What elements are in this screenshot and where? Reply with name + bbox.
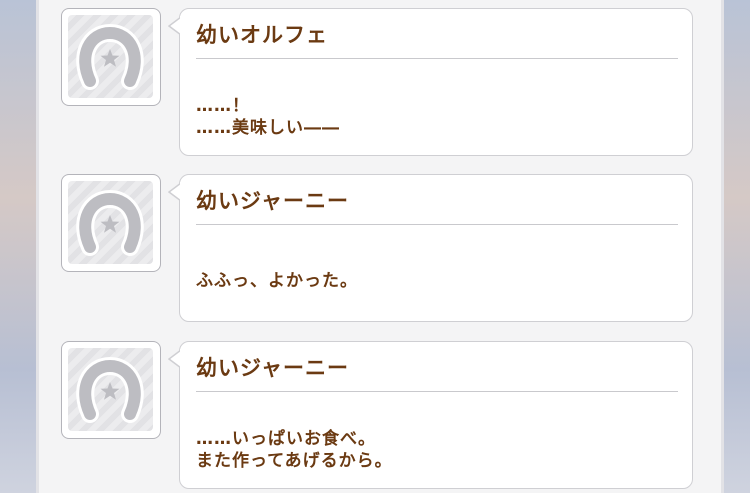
divider bbox=[196, 224, 678, 225]
background-left bbox=[0, 0, 40, 493]
horseshoe-star-icon bbox=[76, 23, 144, 90]
dialogue-line: ふふっ、よかった。 bbox=[196, 271, 358, 291]
speaker-name: 幼いジャーニー bbox=[196, 189, 349, 213]
divider bbox=[196, 58, 678, 59]
dialogue-bubble: 幼いジャーニー ふふっ、よかった。 bbox=[168, 174, 693, 322]
log-entry: 幼いジャーニー ふふっ、よかった。 bbox=[39, 166, 721, 322]
dialogue-line: ……美味しい―― bbox=[196, 118, 340, 138]
avatar bbox=[61, 8, 161, 106]
log-entry: 幼いオルフェ ……！ ……美味しい―― bbox=[39, 0, 721, 156]
avatar bbox=[61, 341, 161, 439]
horseshoe-star-icon bbox=[76, 356, 144, 423]
avatar bbox=[61, 174, 161, 272]
dialogue-bubble: 幼いジャーニー ……いっぱいお食べ。 また作ってあげるから。 bbox=[168, 341, 693, 489]
speaker-name: 幼いジャーニー bbox=[196, 356, 349, 380]
log-entry: 幼いジャーニー ……いっぱいお食べ。 また作ってあげるから。 bbox=[39, 333, 721, 489]
dialogue-bubble: 幼いオルフェ ……！ ……美味しい―― bbox=[168, 8, 693, 156]
dialogue-log-panel[interactable]: 幼いオルフェ ……！ ……美味しい―― 幼いジャーニー ふふっ、よかった。 幼い… bbox=[36, 0, 724, 493]
speaker-name: 幼いオルフェ bbox=[196, 23, 328, 47]
divider bbox=[196, 391, 678, 392]
horseshoe-star-icon bbox=[76, 189, 144, 256]
dialogue-line: また作ってあげるから。 bbox=[196, 451, 393, 471]
